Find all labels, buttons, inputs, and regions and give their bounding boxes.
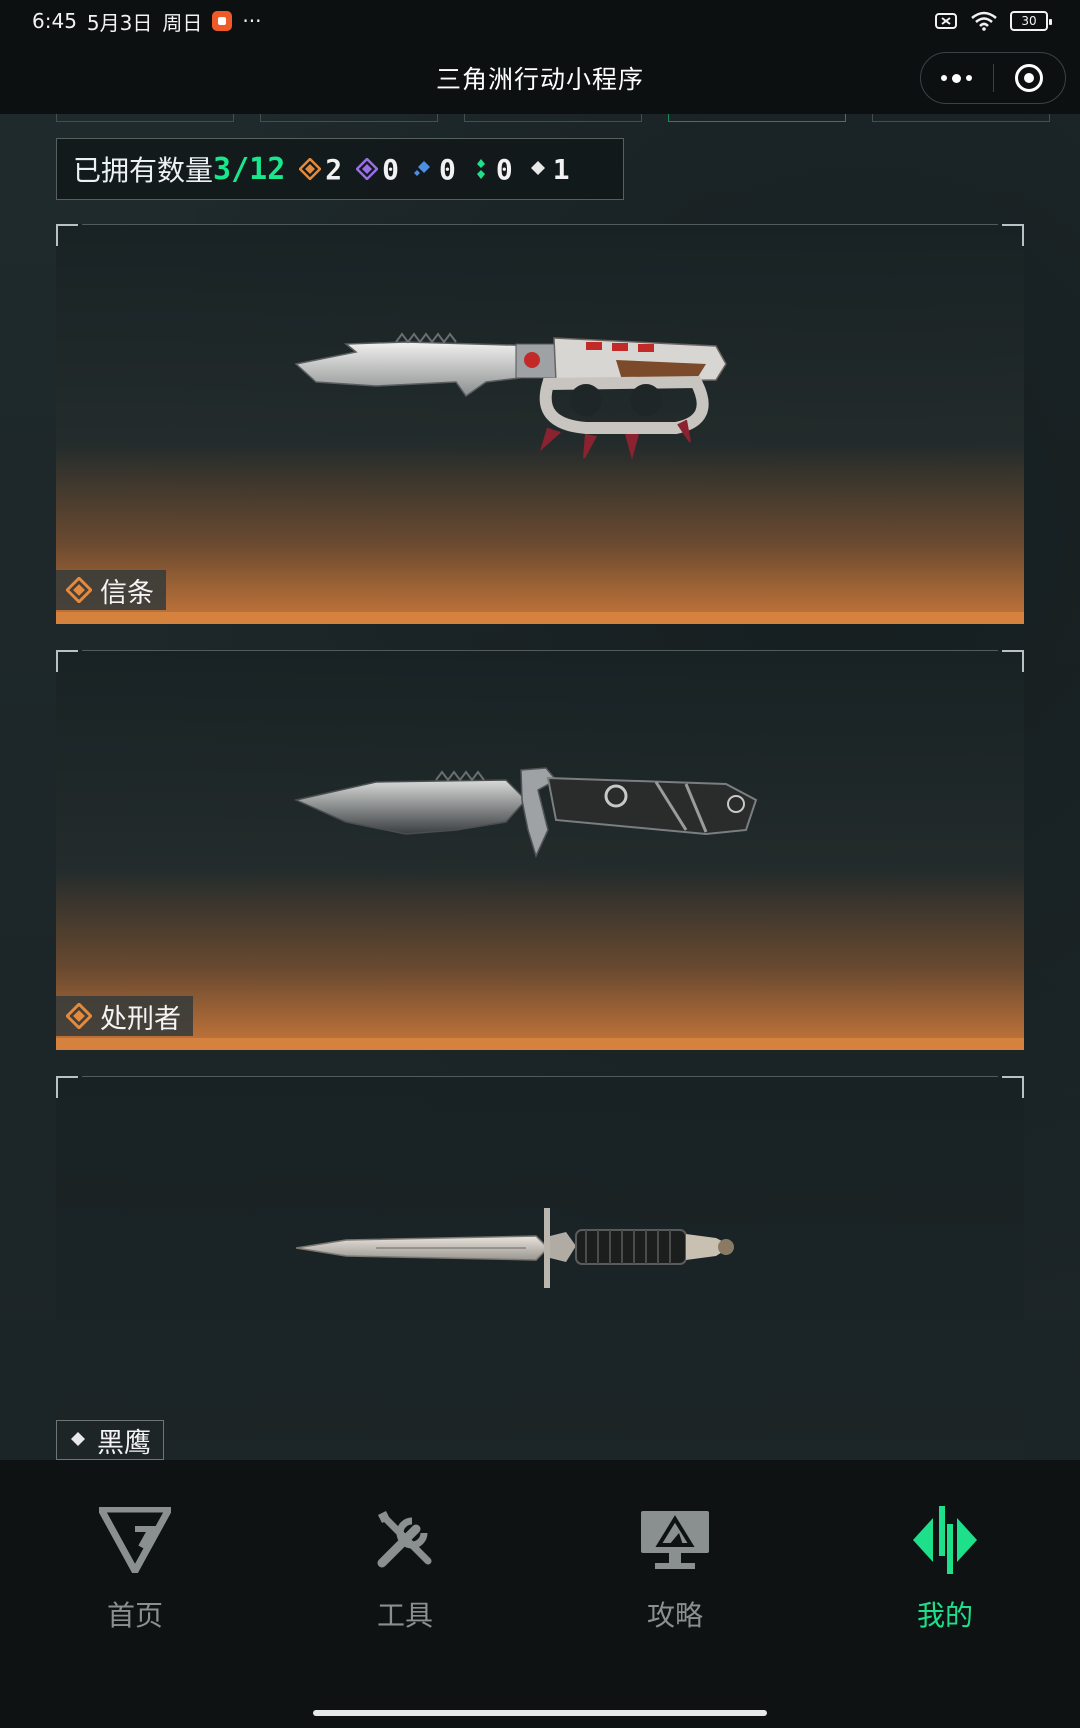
rarity-blue-count: 0 <box>413 153 456 186</box>
rarity-count: 0 <box>438 152 456 186</box>
home-logo-icon <box>95 1500 175 1580</box>
purple-gem-icon <box>356 158 379 180</box>
screen-record-icon <box>212 11 233 31</box>
close-mini-program-button[interactable] <box>994 53 1066 103</box>
knife-card-executioner[interactable]: 处刑者 <box>56 650 1024 1050</box>
title-bar: 三角洲行动小程序 <box>0 42 1080 114</box>
collection-content[interactable]: 已拥有数量 3/12 2 0 0 0 1 信条 处刑者 黑鹰 <box>0 114 1080 1460</box>
nav-label: 工具 <box>376 1599 433 1632</box>
nav-label: 攻略 <box>646 1599 703 1632</box>
battery-level: 30 <box>1021 14 1037 28</box>
card-corner <box>1002 224 1024 246</box>
status-date: 5月3日 <box>86 10 153 35</box>
nav-item-home[interactable]: 首页 <box>0 1460 270 1660</box>
rarity-strip <box>56 1038 1024 1050</box>
sim-off-icon <box>935 13 957 29</box>
knife-name-tag: 信条 <box>56 570 166 610</box>
more-menu-button[interactable] <box>921 53 993 103</box>
rarity-strip <box>56 612 1024 624</box>
card-corner <box>56 224 78 246</box>
page-title: 三角洲行动小程序 <box>435 65 644 94</box>
category-tabs <box>56 114 1050 124</box>
green-gem-icon <box>476 159 485 179</box>
wifi-icon <box>971 11 997 31</box>
status-weekday: 周日 <box>162 10 203 35</box>
nav-item-tools[interactable]: 工具 <box>270 1460 540 1660</box>
gold-gem-icon <box>299 158 322 180</box>
knife-executioner-image <box>293 767 758 859</box>
card-corner <box>1002 650 1024 672</box>
knife-card-creed[interactable]: 信条 <box>56 224 1024 624</box>
gold-gem-icon <box>66 577 92 603</box>
knife-card-black-hawk[interactable]: 黑鹰 <box>56 1076 1024 1460</box>
nav-item-guide[interactable]: 攻略 <box>540 1460 810 1660</box>
close-target-icon <box>1015 64 1044 92</box>
rarity-count: 0 <box>382 152 399 186</box>
knife-name-tag: 处刑者 <box>56 996 193 1036</box>
category-tab[interactable] <box>872 114 1050 122</box>
mini-program-capsule <box>920 52 1066 104</box>
status-bar: 6:45 5月3日 周日 ··· 30 <box>0 0 1080 42</box>
gold-gem-icon <box>66 1003 92 1029</box>
knife-name: 处刑者 <box>100 1003 181 1035</box>
rarity-green-count: 0 <box>470 153 513 186</box>
white-gem-icon <box>71 1432 85 1446</box>
category-tab-active[interactable] <box>668 114 846 122</box>
bottom-navigation: 首页 工具 攻略 我的 <box>0 1460 1080 1728</box>
rarity-count: 2 <box>325 152 343 186</box>
card-frame-line <box>82 224 998 225</box>
battery-icon: 30 <box>1010 11 1052 31</box>
card-corner <box>1002 1076 1024 1098</box>
guide-monitor-icon <box>635 1500 715 1580</box>
knife-creed-image <box>294 332 727 460</box>
rarity-gold-count: 2 <box>299 153 342 186</box>
nav-item-profile[interactable]: 我的 <box>810 1460 1080 1660</box>
knife-black-hawk-image <box>295 1208 734 1288</box>
home-indicator[interactable] <box>313 1710 767 1716</box>
white-gem-icon <box>530 161 545 175</box>
rarity-purple-count: 0 <box>356 153 399 186</box>
nav-label: 首页 <box>106 1599 163 1632</box>
knife-name: 黑鹰 <box>97 1427 151 1459</box>
card-frame-line <box>82 650 998 651</box>
category-tab[interactable] <box>464 114 642 122</box>
profile-logo-icon <box>905 1500 985 1580</box>
card-frame-line <box>82 1076 998 1077</box>
rarity-count: 0 <box>495 152 513 186</box>
owned-count-panel: 已拥有数量 3/12 2 0 0 0 1 <box>56 138 624 200</box>
knife-name-tag: 黑鹰 <box>56 1420 164 1460</box>
category-tab[interactable] <box>56 114 234 122</box>
card-corner <box>56 650 78 672</box>
nav-label: 我的 <box>916 1599 973 1632</box>
category-tab[interactable] <box>260 114 438 122</box>
owned-count-label: 已拥有数量 <box>73 154 214 187</box>
blue-gem-icon <box>413 161 430 176</box>
card-corner <box>56 1076 78 1098</box>
rarity-count: 1 <box>552 152 570 186</box>
tools-icon <box>365 1500 445 1580</box>
status-time: 6:45 <box>32 9 77 33</box>
owned-count-value: 3/12 <box>213 151 286 187</box>
knife-name: 信条 <box>100 577 154 609</box>
rarity-white-count: 1 <box>527 153 570 186</box>
status-more: ··· <box>242 9 262 33</box>
more-dots-icon <box>941 73 973 83</box>
